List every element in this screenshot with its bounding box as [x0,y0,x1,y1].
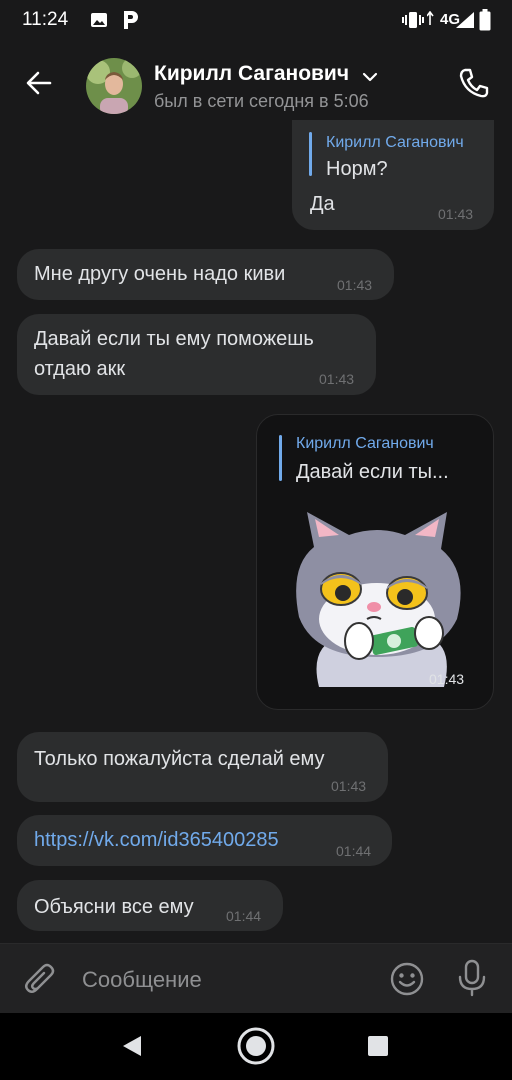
vibrate-icon [402,11,424,34]
reply-bar [309,132,312,176]
attach-icon[interactable] [24,962,58,1003]
message-text: Мне другу очень надо киви [34,263,286,285]
reply-author: Кирилл Саганович [296,435,434,452]
nav-back-icon[interactable] [121,1034,143,1063]
message-bubble-incoming[interactable]: https://vk.com/id365400285 01:44 [17,815,392,866]
message-text: Да [310,193,335,215]
message-text-line: Давай если ты ему поможешь [34,328,314,350]
system-nav-bar [0,1013,512,1080]
message-link[interactable]: https://vk.com/id365400285 [34,826,279,854]
message-bubble-incoming[interactable]: Мне другу очень надо киви 01:43 [17,249,394,300]
contact-name[interactable]: Кирилл Саганович [154,62,349,86]
battery-icon [479,9,491,36]
message-text: Объясни все ему [34,896,194,918]
message-composer [0,943,512,1014]
message-bubble-incoming[interactable]: Объясни все ему 01:44 [17,880,283,931]
avatar[interactable] [86,58,142,114]
message-input[interactable] [80,964,374,996]
message-text: Только пожалуйста сделай ему [34,748,325,770]
emoji-icon[interactable] [389,961,425,1002]
reply-author: Кирилл Саганович [326,134,464,151]
message-bubble-outgoing[interactable]: Кирилл Саганович Норм? Да 01:43 [292,120,494,230]
message-bubble-incoming[interactable]: Только пожалуйста сделай ему 01:43 [17,732,388,802]
signal-icon [455,11,475,34]
message-time: 01:44 [226,908,262,924]
message-text-line: отдаю акк [34,358,126,380]
contact-status: был в сети сегодня в 5:06 [154,91,369,111]
back-arrow-icon[interactable] [24,68,54,103]
phone-icon[interactable] [457,66,491,105]
message-time: 01:43 [319,371,355,387]
message-bubble-incoming[interactable]: Давай если ты ему поможешь отдаю акк 01:… [17,314,376,395]
message-time: 01:44 [336,843,372,859]
chevron-down-icon[interactable] [362,70,378,88]
status-bar: 11:24 4G [0,0,512,40]
parking-app-icon [120,9,140,36]
nav-recents-icon[interactable] [367,1035,389,1062]
reply-text: Давай если ты... [296,461,449,483]
reply-text: Норм? [326,158,388,180]
message-time: 01:43 [438,206,474,222]
nav-home-icon[interactable] [236,1026,276,1071]
cat-sticker[interactable] [279,507,475,693]
message-time: 01:43 [337,277,373,293]
reply-bar [279,435,282,481]
microphone-icon[interactable] [457,959,487,1002]
status-time: 11:24 [22,9,69,30]
gallery-icon [90,11,108,34]
message-time: 01:43 [331,778,367,794]
message-time: 01:43 [429,671,465,687]
message-bubble-outgoing-sticker[interactable]: Кирилл Саганович Давай если ты... 01:43 [256,414,494,710]
data-arrows-icon [426,10,437,34]
